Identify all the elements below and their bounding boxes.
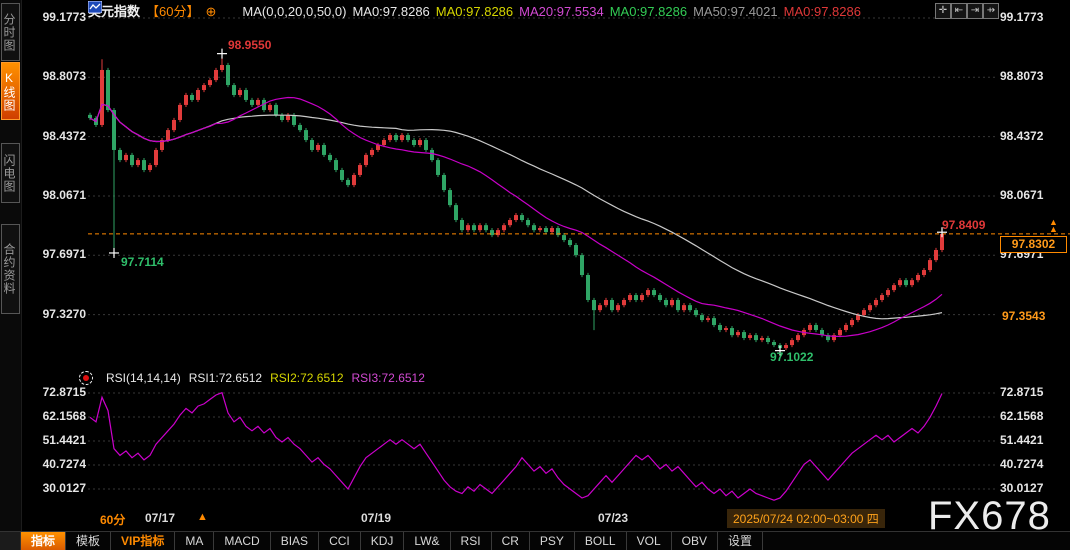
ma-value: MA0:97.8286 [784,4,861,19]
pan-right-icon[interactable]: ⇸ [983,3,999,19]
sidebar-tab-flash-chart[interactable]: 闪电图 [1,143,20,203]
rsi-label: RSI(14,14,14) [106,371,181,385]
toolbar-item-kdj[interactable]: KDJ [361,532,405,550]
rsi-axis-label: 72.8715 [28,385,86,399]
ma-value: MA20:97.5534 [519,4,604,19]
rsi-axis-label: 30.0127 [1000,481,1066,495]
toolbar-item-lw[interactable]: LW& [404,532,450,550]
secondary-price-label: 97.3543 [1000,309,1064,324]
period-up-icon[interactable]: ▲ [197,511,208,523]
y-axis-label: 98.8073 [1000,69,1066,83]
rsi-axis-label: 51.4421 [1000,433,1066,447]
indicator-pane-icon[interactable] [79,371,93,385]
ma-settings-label: MA(0,0,20,0,50,0) [242,4,346,19]
rsi-axis-label: 62.1568 [28,409,86,423]
trading-app-window: 分时图 K线图 闪电图 合约资料 美元指数【60分】⊕MA(0,0,20,0,5… [0,0,1070,550]
toolbar-item-cci[interactable]: CCI [319,532,361,550]
toolbar-item-settings[interactable]: 设置 [718,532,763,550]
scale-right-icon[interactable]: ⇥ [967,3,983,19]
rsi-axis-label: 51.4421 [28,433,86,447]
rsi1-value: RSI1:72.6512 [189,371,262,385]
y-axis-label: 98.4372 [1000,129,1066,143]
rsi-header: RSI(14,14,14) RSI1:72.6512 RSI2:72.6512 RSI… [106,371,433,385]
rsi3-value: RSI3:72.6512 [352,371,425,385]
low-price-annotation: 97.7114 [121,255,164,269]
candlestick-chart[interactable] [0,0,1070,550]
left-sidebar: 分时图 K线图 闪电图 合约资料 [0,0,22,550]
chart-header: 美元指数【60分】⊕MA(0,0,20,0,50,0)MA0:97.8286MA… [88,1,867,21]
y-axis-label: 98.0671 [28,188,86,202]
x-axis-label: 07/17 [145,511,175,525]
current-price-label: 97.8302 [1000,236,1067,253]
toolbar-item-template[interactable]: 模板 [66,532,111,550]
ma-value: MA0:97.8286 [352,4,429,19]
x-axis-label: 07/23 [598,511,628,525]
toolbar-item-vol[interactable]: VOL [627,532,672,550]
y-axis-label: 97.3270 [28,307,86,321]
toolbar-item-ma[interactable]: MA [175,532,214,550]
rsi-axis-label: 40.7274 [1000,457,1066,471]
toolbar-item-boll[interactable]: BOLL [575,532,627,550]
y-axis-label: 98.0671 [1000,188,1066,202]
price-up-arrows-icon: ▲▲ [1049,219,1058,233]
y-axis-label: 99.1773 [28,10,86,24]
rsi-axis-label: 30.0127 [28,481,86,495]
compare-icon[interactable]: ⊕ [205,4,216,19]
scale-left-icon[interactable]: ⇤ [951,3,967,19]
ma-value: MA0:97.8286 [436,4,513,19]
toolbar-item-psy[interactable]: PSY [530,532,575,550]
ma-value: MA50:97.4021 [693,4,778,19]
toolbar-item-vip-indicator[interactable]: VIP指标 [111,532,175,550]
ma-value: MA0:97.8286 [610,4,687,19]
x-axis-label: 07/19 [361,511,391,525]
rsi-axis-label: 72.8715 [1000,385,1066,399]
sidebar-tab-time-chart[interactable]: 分时图 [1,3,20,61]
toolbar-item-bias[interactable]: BIAS [271,532,319,550]
toolbar-item-macd[interactable]: MACD [214,532,270,550]
rsi2-value: RSI2:72.6512 [270,371,343,385]
crosshair-icon[interactable]: ✛ [935,3,951,19]
rsi-axis-label: 40.7274 [28,457,86,471]
y-axis-label: 97.6971 [28,247,86,261]
y-axis-label: 98.8073 [28,69,86,83]
indicator-toolbar: 指标 模板 VIP指标 MA MACD BIAS CCI KDJ LW& RSI… [0,531,1070,550]
y-axis-label: 99.1773 [1000,10,1066,24]
recent-high-annotation: 97.8409 [942,218,985,232]
toolbar-item-cr[interactable]: CR [492,532,530,550]
y-axis-label: 98.4372 [28,129,86,143]
current-bar-time-label: 2025/07/24 02:00~03:00 四 [727,509,885,528]
sidebar-tab-contract-info[interactable]: 合约资料 [1,224,20,314]
period-badge: 【60分】 [146,4,199,19]
high-price-annotation: 98.9550 [228,38,271,52]
period-label[interactable]: 60分 [100,511,125,528]
rsi-axis-label: 62.1568 [1000,409,1066,423]
line-chart-icon [222,5,236,17]
toolbar-item-rsi[interactable]: RSI [451,532,492,550]
corner-handle [0,532,21,550]
low-price-annotation: 97.1022 [770,350,813,364]
toolbar-item-indicator[interactable]: 指标 [21,532,66,550]
sidebar-tab-candle-chart[interactable]: K线图 [1,62,20,120]
toolbar-item-obv[interactable]: OBV [672,532,718,550]
